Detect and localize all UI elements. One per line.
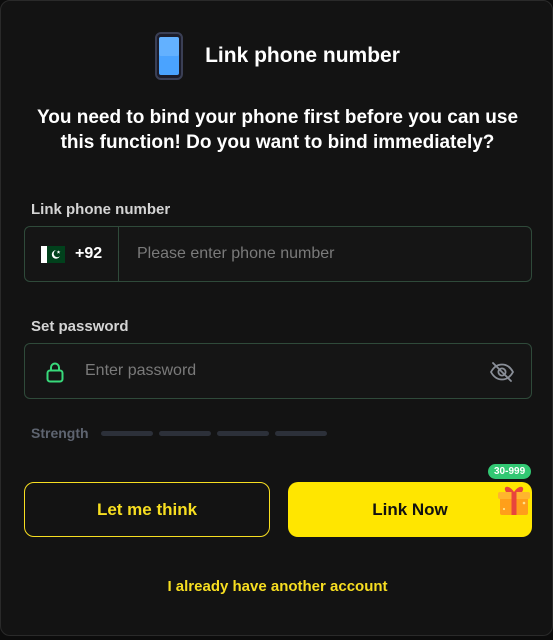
pakistan-flag-icon [41, 245, 65, 263]
reward-badge: 30-999 [488, 464, 532, 479]
phone-field: +92 [24, 226, 532, 282]
let-me-think-button[interactable]: Let me think [24, 482, 270, 537]
phone-number-input[interactable] [137, 227, 517, 281]
dialog-title: Link phone number [205, 44, 400, 67]
link-phone-dialog: Link phone number You need to bind your … [0, 0, 553, 636]
password-input[interactable] [85, 344, 475, 398]
strength-meter [100, 430, 327, 436]
reward-gift: 30-999 [488, 463, 541, 521]
password-strength: Strength [31, 425, 327, 441]
lock-icon [43, 360, 67, 384]
country-code: +92 [75, 245, 103, 262]
another-account-link[interactable]: I already have another account [1, 578, 553, 595]
gift-box-icon [497, 483, 531, 517]
strength-bar [274, 430, 327, 436]
password-field-label: Set password [31, 318, 129, 335]
strength-bar [100, 430, 153, 436]
country-code-selector[interactable]: +92 [25, 227, 119, 281]
strength-bar [216, 430, 269, 436]
phone-field-label: Link phone number [31, 201, 171, 218]
strength-label: Strength [31, 425, 89, 441]
phone-icon [155, 32, 184, 80]
dialog-header: Link phone number [1, 31, 553, 81]
eye-off-icon[interactable] [489, 360, 515, 384]
password-field [24, 343, 532, 399]
strength-bar [158, 430, 211, 436]
bind-notice: You need to bind your phone first before… [36, 107, 519, 153]
